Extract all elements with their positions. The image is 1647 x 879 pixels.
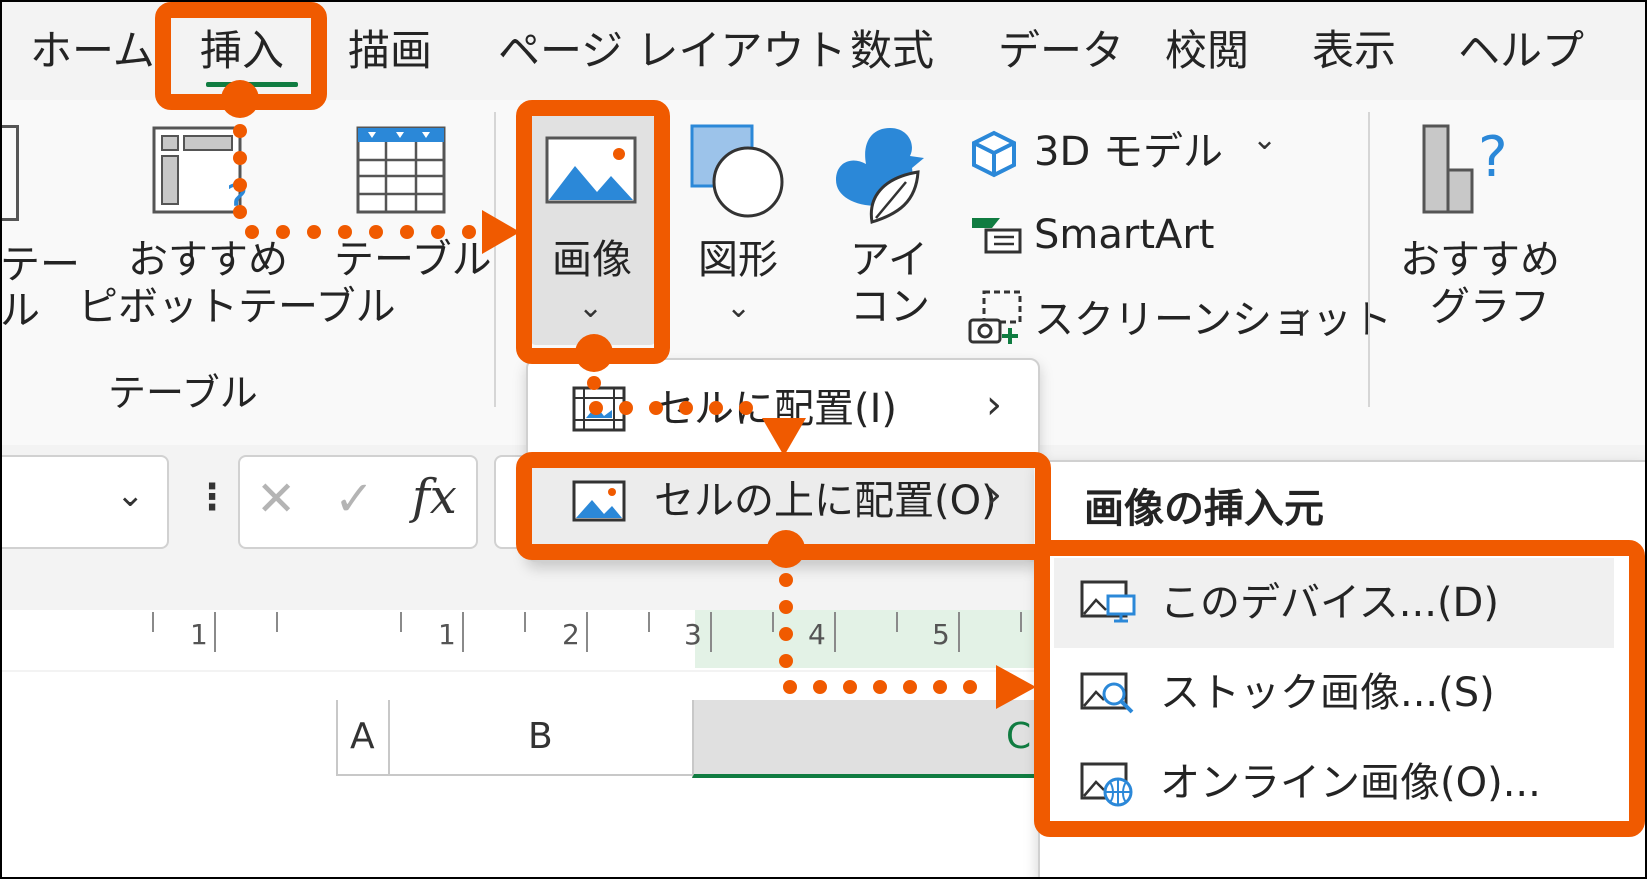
highlight-anchor [767,530,805,568]
highlight-anchor [575,334,613,372]
screenshot-stage: ホーム 挿入 描画 ページ レイアウト 数式 データ 校閲 表示 ヘルプ テー … [0,0,1647,879]
highlight-picture-button [516,100,670,364]
highlight-insert-from-options [1034,540,1645,837]
highlight-anchor [221,80,259,118]
